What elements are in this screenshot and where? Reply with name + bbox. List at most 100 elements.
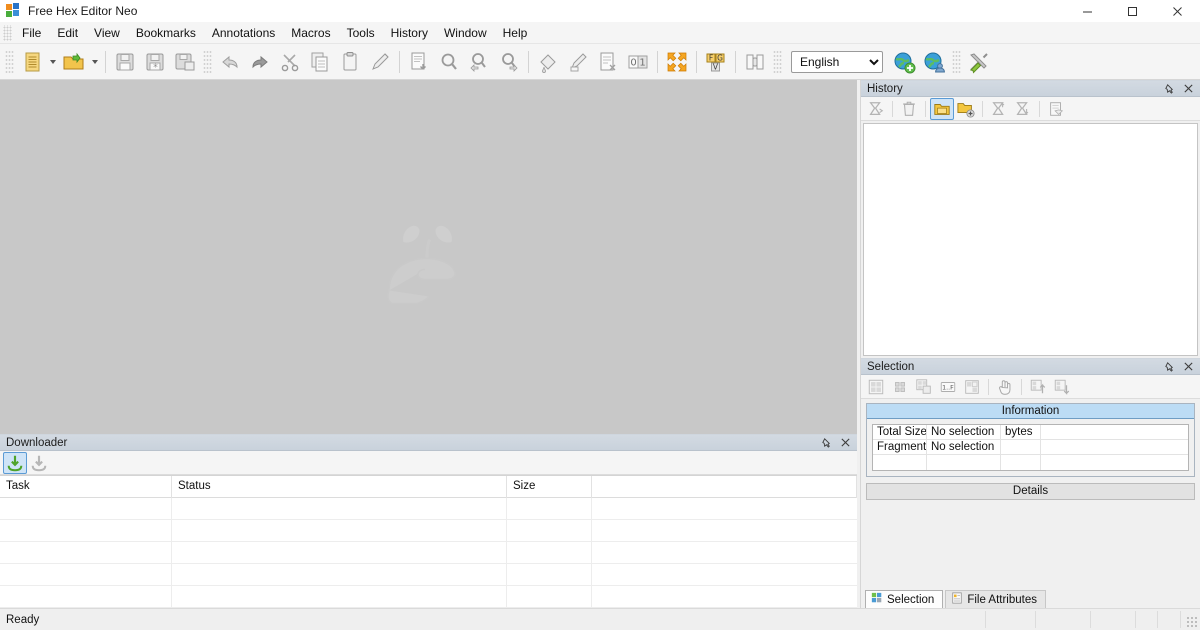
undo-button[interactable] <box>215 47 245 77</box>
pin-icon[interactable] <box>820 437 832 449</box>
menu-view[interactable]: View <box>86 23 128 43</box>
column-header-size[interactable]: Size <box>507 476 592 498</box>
close-button[interactable] <box>1155 0 1200 22</box>
tab-file-attributes[interactable]: File Attributes <box>945 590 1046 608</box>
goto-button[interactable] <box>404 47 434 77</box>
menu-bookmarks[interactable]: Bookmarks <box>128 23 204 43</box>
copy-button[interactable] <box>305 47 335 77</box>
new-document-button[interactable] <box>17 47 47 77</box>
close-icon[interactable] <box>839 437 851 449</box>
cell-extra <box>592 542 857 564</box>
table-row[interactable]: Total Size No selection bytes <box>873 425 1188 440</box>
close-icon[interactable] <box>1182 83 1194 95</box>
selection-pointer-button[interactable] <box>993 376 1017 398</box>
cut-button[interactable] <box>275 47 305 77</box>
selection-save-button[interactable] <box>1050 376 1074 398</box>
history-properties-button[interactable] <box>1044 98 1068 120</box>
paste-button[interactable] <box>335 47 365 77</box>
menu-window[interactable]: Window <box>436 23 495 43</box>
pin-icon[interactable] <box>1163 83 1175 95</box>
info-unit <box>1001 440 1041 454</box>
toolbar-grip-icon[interactable] <box>5 49 14 74</box>
table-row[interactable] <box>0 542 857 564</box>
selection-load-button[interactable] <box>1026 376 1050 398</box>
info-unit <box>1001 455 1041 470</box>
details-group[interactable]: Details <box>866 483 1195 500</box>
redo-button[interactable] <box>245 47 275 77</box>
grid-offset-icon <box>916 378 931 394</box>
selection-select-range-button[interactable] <box>912 376 936 398</box>
history-branch-button[interactable] <box>930 97 954 120</box>
save-button[interactable] <box>110 47 140 77</box>
selection-invert-button[interactable] <box>960 376 984 398</box>
table-row[interactable] <box>0 586 857 608</box>
editor-client-area[interactable] <box>0 80 857 434</box>
pin-icon[interactable] <box>1163 361 1175 373</box>
menu-edit[interactable]: Edit <box>49 23 86 43</box>
close-icon[interactable] <box>1182 361 1194 373</box>
find-next-button[interactable] <box>494 47 524 77</box>
binary-mode-button[interactable]: 0 1 <box>623 47 653 77</box>
download-start-button[interactable] <box>3 451 27 474</box>
history-filter-down-button[interactable] <box>1011 98 1035 120</box>
menu-grip-icon[interactable] <box>3 24 12 41</box>
menu-macros[interactable]: Macros <box>283 23 338 43</box>
menu-file[interactable]: File <box>14 23 49 43</box>
column-header-task[interactable]: Task <box>0 476 172 498</box>
table-row[interactable] <box>0 520 857 542</box>
save-as-button[interactable]: * <box>140 47 170 77</box>
compare-button[interactable] <box>740 47 770 77</box>
clear-document-button[interactable] <box>593 47 623 77</box>
menu-tools[interactable]: Tools <box>339 23 383 43</box>
info-label <box>873 455 927 470</box>
maximize-button[interactable] <box>1110 0 1155 22</box>
toolbar-grip-icon-4[interactable] <box>952 49 961 74</box>
title-bar: Free Hex Editor Neo <box>0 0 1200 22</box>
new-document-dropdown[interactable] <box>47 47 59 77</box>
menu-annotations[interactable]: Annotations <box>204 23 283 43</box>
magnifier-icon <box>441 53 457 70</box>
table-row[interactable]: Fragments No selection <box>873 440 1188 455</box>
find-previous-button[interactable] <box>464 47 494 77</box>
column-header-extra[interactable] <box>592 476 857 498</box>
open-file-button[interactable] <box>59 47 89 77</box>
open-file-dropdown[interactable] <box>89 47 101 77</box>
encoding-button[interactable]: F G V <box>701 47 731 77</box>
history-clear-button[interactable] <box>897 98 921 120</box>
information-grid[interactable]: Total Size No selection bytes Fragments … <box>872 424 1189 471</box>
menu-history[interactable]: History <box>383 23 436 43</box>
web-user-button[interactable] <box>919 47 949 77</box>
column-header-status[interactable]: Status <box>172 476 507 498</box>
table-row[interactable] <box>0 564 857 586</box>
resize-grip-icon[interactable] <box>1186 616 1198 628</box>
fill-button[interactable] <box>533 47 563 77</box>
save-all-button[interactable] <box>170 47 200 77</box>
selection-select-block-button[interactable] <box>888 376 912 398</box>
minimize-button[interactable] <box>1065 0 1110 22</box>
cell-status <box>172 564 507 586</box>
find-button[interactable] <box>434 47 464 77</box>
document-arrow-down-icon <box>411 52 426 69</box>
menu-help[interactable]: Help <box>495 23 536 43</box>
pencil-bytes-icon <box>570 52 587 71</box>
download-stop-button[interactable] <box>27 452 51 474</box>
history-undo-filter-button[interactable] <box>864 98 888 120</box>
selection-select-expression-button[interactable]: 1..F <box>936 376 960 398</box>
tab-selection[interactable]: Selection <box>865 590 944 608</box>
table-row[interactable] <box>0 498 857 520</box>
history-filter-up-button[interactable] <box>987 98 1011 120</box>
history-new-branch-button[interactable] <box>954 98 978 120</box>
language-select[interactable]: English <box>791 50 883 73</box>
settings-button[interactable] <box>964 47 994 77</box>
edit-pencil-button[interactable] <box>365 47 395 77</box>
toolbar-grip-icon-2[interactable] <box>203 49 212 74</box>
modify-button[interactable] <box>563 47 593 77</box>
selection-toolbar: 1..F <box>861 375 1200 399</box>
history-list[interactable] <box>863 123 1198 356</box>
add-web-location-button[interactable] <box>889 47 919 77</box>
table-row[interactable] <box>873 455 1188 470</box>
downloader-rows[interactable] <box>0 498 857 608</box>
toolbar-grip-icon-3[interactable] <box>773 49 782 74</box>
expand-selection-button[interactable] <box>662 47 692 77</box>
selection-select-all-button[interactable] <box>864 376 888 398</box>
